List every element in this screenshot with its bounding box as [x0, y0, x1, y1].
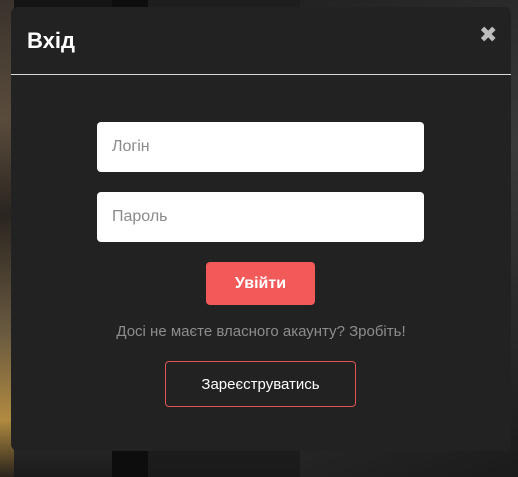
login-input[interactable]: [97, 122, 424, 172]
modal-title: Вхід: [27, 28, 75, 53]
no-account-hint: Досі не маєте власного акаунту? Зробіть!: [116, 323, 406, 340]
login-modal: Вхід ✖ Увійти Досі не маєте власного ака…: [11, 7, 511, 451]
register-button[interactable]: Зареєструватись: [165, 361, 356, 407]
login-button[interactable]: Увійти: [206, 262, 315, 305]
password-input[interactable]: [97, 192, 424, 242]
close-icon[interactable]: ✖: [479, 24, 497, 46]
modal-header: Вхід ✖: [11, 7, 511, 75]
